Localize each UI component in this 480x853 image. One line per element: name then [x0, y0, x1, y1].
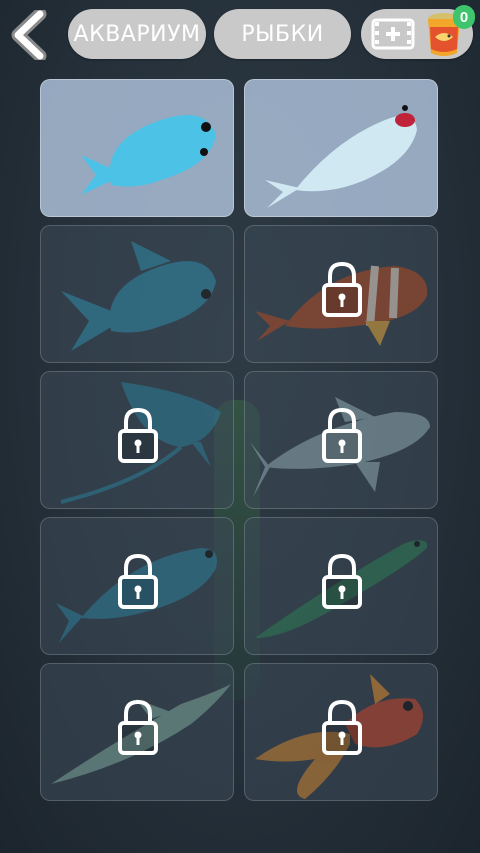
padlock-icon [322, 407, 362, 463]
tab-aquarium-label: АКВАРИУМ [73, 21, 201, 47]
fish-image [61, 241, 216, 351]
fish-card-tuna[interactable] [40, 517, 234, 655]
coin-count-badge: 0 [453, 5, 475, 29]
fish-card-goldfish[interactable] [244, 663, 438, 801]
padlock-icon [118, 699, 158, 755]
top-bar: АКВАРИУМ РЫБКИ 0 [0, 0, 480, 72]
back-button[interactable] [8, 7, 56, 63]
fish-image [81, 115, 216, 195]
fish-image [265, 105, 417, 208]
fish-card-manta-ray[interactable] [40, 371, 234, 509]
fish-card-clown-fish[interactable] [244, 225, 438, 363]
tab-aquarium[interactable]: АКВАРИУМ [68, 9, 206, 59]
padlock-icon [322, 261, 362, 317]
fish-card-shark[interactable] [244, 371, 438, 509]
tab-fish-label: РЫБКИ [241, 21, 324, 47]
padlock-icon [322, 553, 362, 609]
fish-card-blue-fish[interactable] [40, 79, 234, 217]
padlock-icon [322, 699, 362, 755]
tab-fish[interactable]: РЫБКИ [214, 9, 351, 59]
fish-card-koi-white[interactable] [244, 79, 438, 217]
fish-card-eel[interactable] [244, 517, 438, 655]
fish-card-swordfish[interactable] [40, 663, 234, 801]
back-arrow-icon [11, 7, 47, 63]
film-plus-icon [371, 18, 415, 50]
padlock-icon [118, 553, 158, 609]
fish-card-blue-fish-dim[interactable] [40, 225, 234, 363]
padlock-icon [118, 407, 158, 463]
